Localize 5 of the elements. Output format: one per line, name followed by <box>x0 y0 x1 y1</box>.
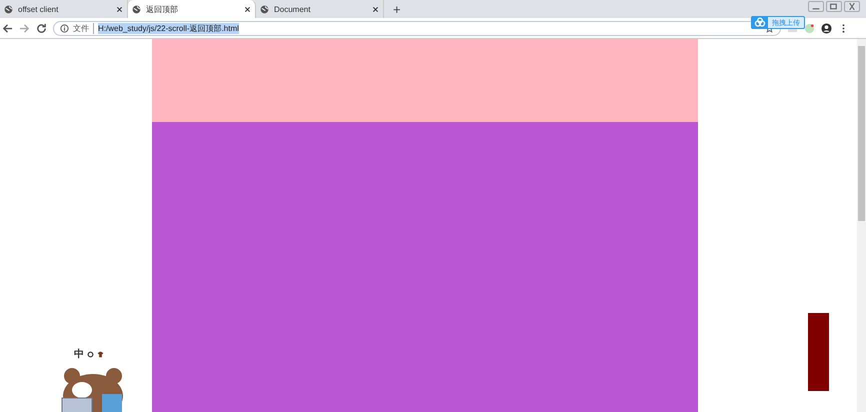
tab-title: offset client <box>18 4 60 14</box>
scheme-label: 文件 <box>73 22 94 34</box>
tab-title: Document <box>274 4 312 14</box>
url-text: H:/web_study/js/22-scroll-返回顶部.html <box>98 22 239 34</box>
tab-title: 返回顶部 <box>146 4 179 14</box>
